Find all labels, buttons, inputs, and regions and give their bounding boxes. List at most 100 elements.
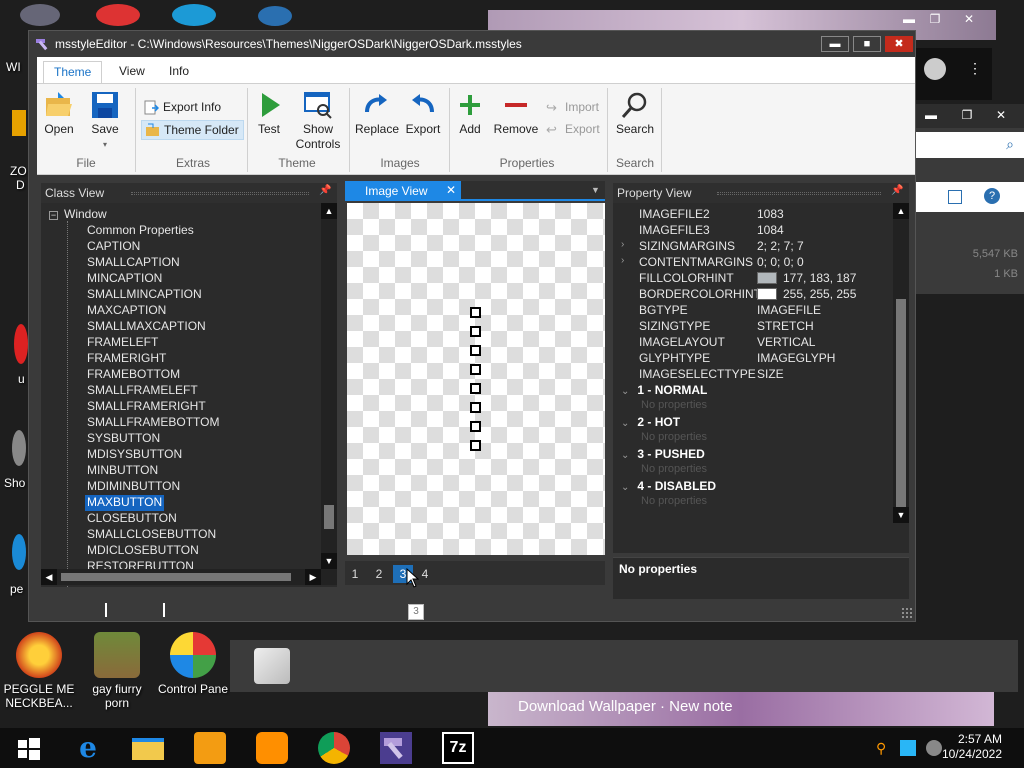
collapse-icon[interactable]: − — [49, 211, 58, 220]
desktop-icon-top-1[interactable] — [20, 4, 60, 26]
pin-icon[interactable]: 📌 — [319, 185, 331, 199]
property-row[interactable]: › CONTENTMARGINS 0; 0; 0; 0 — [613, 255, 893, 271]
open-button[interactable]: Open — [41, 90, 77, 137]
color-swatch[interactable] — [757, 272, 777, 284]
bg-minimize-icon[interactable]: ▬ — [920, 108, 942, 124]
clock[interactable]: 2:57 AM 10/24/2022 — [942, 732, 1002, 762]
class-tree-item[interactable]: SMALLFRAMELEFT — [85, 383, 200, 399]
class-tree-item[interactable]: SMALLCLOSEBUTTON — [85, 527, 218, 543]
property-row[interactable]: FILLCOLORHINT 177, 183, 187 — [613, 271, 893, 287]
property-row[interactable]: IMAGESELECTTYPE SIZE — [613, 367, 893, 383]
property-grid[interactable]: IMAGEFILE2 1083 IMAGEFILE3 1084 › SIZINGMARGI… — [613, 203, 909, 553]
scroll-right-icon[interactable]: ▶ — [305, 569, 321, 585]
desktop-icon-left-1[interactable] — [12, 110, 26, 136]
desktop-icon-top-4[interactable] — [258, 6, 292, 26]
tab-theme[interactable]: Theme — [43, 61, 103, 83]
class-tree-item[interactable]: MDICLOSEBUTTON — [85, 543, 201, 559]
tray-network-icon[interactable] — [900, 740, 916, 756]
minimize-button[interactable]: ▬ — [821, 36, 849, 52]
class-tree-item[interactable]: SMALLCAPTION — [85, 255, 182, 271]
class-tree-item[interactable]: MINCAPTION — [85, 271, 164, 287]
export-info-button[interactable]: Export Info — [141, 98, 225, 118]
panel-icon[interactable] — [948, 190, 962, 204]
class-tree-item[interactable]: MDISYSBUTTON — [85, 447, 184, 463]
desktop-icon-left-2[interactable] — [14, 324, 28, 364]
state-group[interactable]: ⌄ 1 - NORMAL — [621, 383, 707, 397]
title-bar[interactable]: msstyleEditor - C:\Windows\Resources\The… — [29, 31, 915, 57]
class-tree-item[interactable]: SMALLFRAMEBOTTOM — [85, 415, 221, 431]
export-prop-button[interactable]: ↩ Export — [543, 120, 604, 140]
close-button[interactable]: ✖ — [885, 36, 913, 52]
bg-search-bar[interactable]: ⌕ — [916, 132, 1024, 158]
desktop-icon-control-panel[interactable]: Control Pane — [156, 632, 230, 696]
scroll-down-icon[interactable]: ▼ — [893, 507, 909, 523]
save-button[interactable]: Save ▾ — [87, 90, 123, 152]
expand-chevron-icon[interactable]: › — [621, 255, 624, 266]
tab-list-dropdown-icon[interactable]: ▼ — [591, 185, 600, 195]
drag-handle[interactable] — [131, 192, 309, 195]
class-tree-item[interactable]: CAPTION — [85, 239, 142, 255]
class-tree-item[interactable]: MDIMINBUTTON — [85, 479, 182, 495]
bg-close-icon[interactable]: ✕ — [990, 108, 1012, 124]
hscroll-thumb[interactable] — [61, 573, 291, 581]
show-controls-button[interactable]: Show Controls — [295, 90, 341, 152]
tray-search-icon[interactable]: ⚲ — [876, 740, 892, 756]
scroll-thumb[interactable] — [896, 299, 906, 509]
expand-chevron-icon[interactable]: › — [621, 239, 624, 250]
state-group[interactable]: ⌄ 3 - PUSHED — [621, 447, 705, 461]
collapse-chevron-icon[interactable]: ⌄ — [621, 386, 629, 397]
class-tree-item[interactable]: MINBUTTON — [85, 463, 160, 479]
class-tree-item[interactable]: MAXCAPTION — [85, 303, 168, 319]
dropdown-arrow-icon[interactable]: ▾ — [87, 137, 123, 152]
tray-volume-icon[interactable] — [926, 740, 942, 756]
msstyle-editor-taskbar-icon[interactable] — [380, 732, 412, 764]
class-tree-item[interactable]: SMALLMAXCAPTION — [85, 319, 208, 335]
test-button[interactable]: Test — [255, 90, 283, 137]
class-tree-item[interactable]: FRAMEBOTTOM — [85, 367, 182, 383]
drag-handle[interactable] — [717, 192, 881, 195]
class-tree-item[interactable]: SMALLMINCAPTION — [85, 287, 204, 303]
start-windows-icon[interactable] — [12, 732, 44, 764]
bg-minimize-icon[interactable]: ▬ — [898, 12, 920, 28]
file-explorer-icon[interactable] — [132, 738, 164, 760]
bg-close-icon[interactable]: ✕ — [958, 12, 980, 28]
class-tree-item[interactable]: FRAMELEFT — [85, 335, 160, 351]
desktop-icon-left-4[interactable] — [12, 534, 26, 570]
scroll-left-icon[interactable]: ◀ — [41, 569, 57, 585]
scroll-down-icon[interactable]: ▼ — [321, 553, 337, 569]
tab-image-view[interactable]: Image View ✕ — [345, 181, 461, 201]
desktop-icon-peggle[interactable]: PEGGLE ME NECKBEA... — [2, 632, 76, 710]
class-tree-item[interactable]: SYSBUTTON — [85, 431, 162, 447]
property-row[interactable]: BGTYPE IMAGEFILE — [613, 303, 893, 319]
property-row[interactable]: SIZINGTYPE STRETCH — [613, 319, 893, 335]
background-window-dark[interactable]: ⋮ — [916, 48, 992, 100]
tab-view[interactable]: View — [109, 61, 155, 83]
help-icon[interactable]: ? — [984, 188, 1000, 204]
class-view-scrollbar[interactable]: ▲ ▼ — [321, 203, 337, 569]
class-view-hscrollbar[interactable]: ◀ ▶ — [41, 569, 337, 585]
page-2[interactable]: 2 — [369, 565, 389, 583]
background-window-wallpaper-bottom[interactable]: Download Wallpaper · New note — [488, 692, 994, 726]
property-view-scrollbar[interactable]: ▲ ▼ — [893, 203, 909, 523]
class-tree-item[interactable]: MAXBUTTON — [85, 495, 165, 511]
class-tree-item[interactable]: CLOSEBUTTON — [85, 511, 179, 527]
property-row[interactable]: › SIZINGMARGINS 2; 2; 7; 7 — [613, 239, 893, 255]
add-button[interactable]: Add — [455, 90, 485, 137]
internet-explorer-icon[interactable]: e — [72, 732, 104, 764]
class-view-tree[interactable]: − Window Common Properties CAPTION SMALLCAP… — [41, 203, 337, 587]
background-window-explorer[interactable]: ▬ ❐ ✕ ⌕ ? 5,547 KB 1 KB — [916, 104, 1024, 294]
theme-folder-button[interactable]: Theme Folder — [141, 120, 244, 140]
state-group[interactable]: ⌄ 2 - HOT — [621, 415, 680, 429]
tree-root-window[interactable]: − Window — [49, 207, 107, 221]
property-row[interactable]: IMAGELAYOUT VERTICAL — [613, 335, 893, 351]
property-row[interactable]: GLYPHTYPE IMAGEGLYPH — [613, 351, 893, 367]
collapse-chevron-icon[interactable]: ⌄ — [621, 418, 629, 429]
state-group[interactable]: ⌄ 4 - DISABLED — [621, 479, 716, 493]
scroll-up-icon[interactable]: ▲ — [321, 203, 337, 219]
resize-grip[interactable] — [901, 607, 913, 619]
property-row[interactable]: IMAGEFILE3 1084 — [613, 223, 893, 239]
media-player-icon[interactable] — [194, 732, 226, 764]
replace-button[interactable]: Replace — [355, 90, 399, 137]
desktop-icon-furry[interactable]: gay fiurry porn — [80, 632, 154, 710]
color-swatch[interactable] — [757, 288, 777, 300]
